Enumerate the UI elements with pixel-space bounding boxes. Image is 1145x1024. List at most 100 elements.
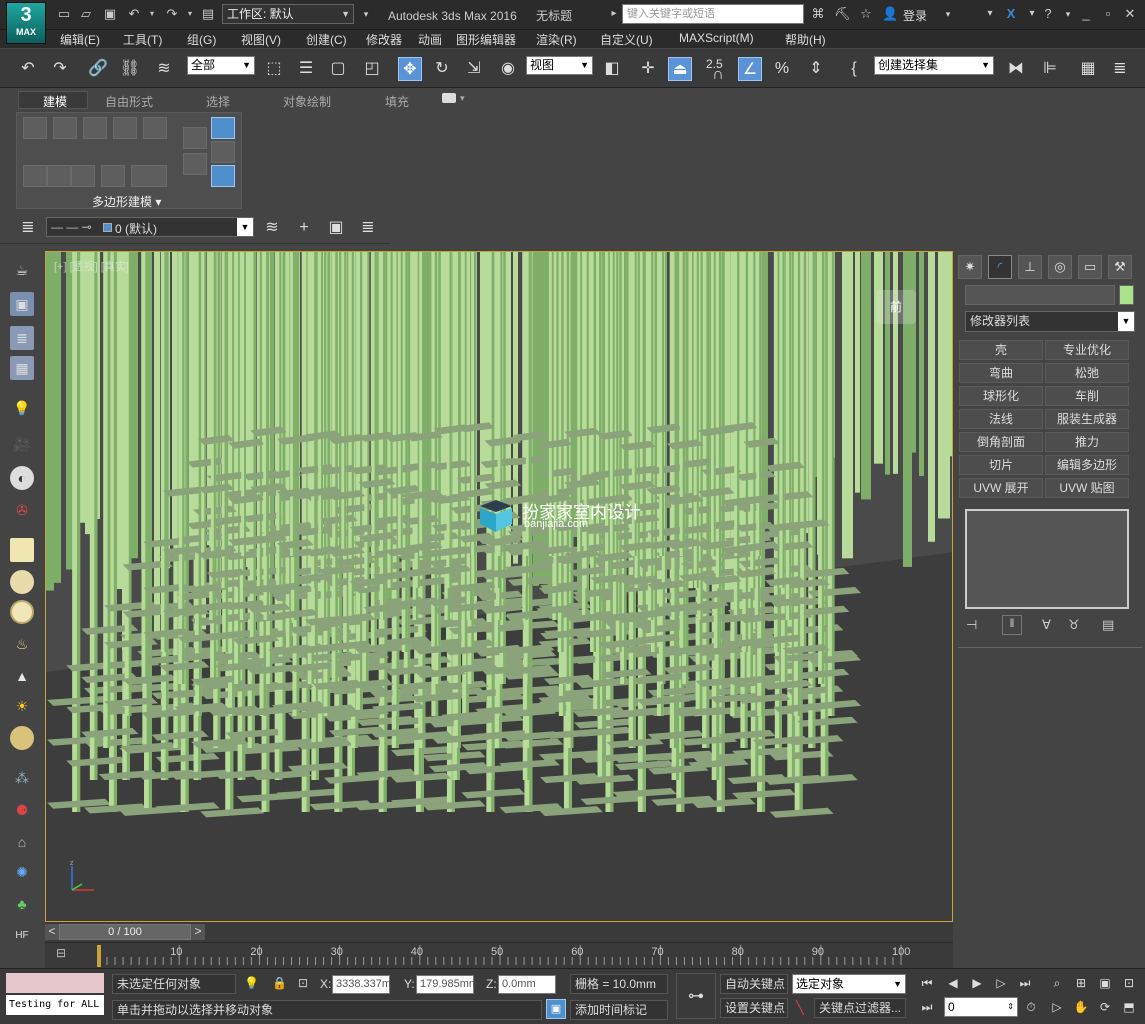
time-slider-thumb[interactable]: 0 / 100 [59,924,191,940]
document-icon[interactable]: ≣ [10,326,34,350]
ribbon-tab-object-paint[interactable]: 对象绘制 [283,93,331,110]
grass-icon[interactable]: ♣ [10,892,34,916]
bind-space-warp-icon[interactable]: ≋ [152,57,176,81]
reference-coordinate-dropdown[interactable]: 视图 ▼ [526,56,593,75]
user-icon[interactable]: 👤 [882,6,898,22]
keyboard-shortcut-override-icon[interactable]: ⏏ [668,57,692,81]
menu-tools[interactable]: 工具(T) [123,31,162,48]
manipulate-icon[interactable]: ✛ [636,57,660,81]
zoom-all-icon[interactable]: ⊞ [1072,974,1090,992]
maximize-viewport-icon[interactable]: ⬒ [1120,998,1138,1016]
zoom-icon[interactable]: ⌕ [1048,974,1066,992]
redo-button[interactable]: ↷ [48,57,72,81]
snaps-toggle-icon[interactable]: ∩ [706,63,730,87]
pan-view-icon[interactable]: ✋ [1072,998,1090,1016]
named-selection-dropdown[interactable]: 创建选择集 ▼ [874,56,994,75]
restore-icon[interactable]: ▫ [1100,6,1116,22]
time-slider-prev-button[interactable]: < [45,924,59,940]
subscription-icon[interactable]: ⛏ [834,6,851,22]
next-frame-icon[interactable]: ▷ [992,974,1010,992]
open-folder-icon[interactable]: ▱ [78,6,94,22]
go-to-end-icon[interactable]: ⏭ [1016,974,1034,992]
viewcube-icon[interactable]: 前 [876,290,916,324]
remove-modifier-icon[interactable]: ♉ [1068,617,1080,633]
render-frame-icon[interactable]: ▣ [10,292,34,316]
modifier-push-button[interactable]: 推力 [1045,432,1129,452]
auto-key-button[interactable]: 自动关键点 [720,974,788,994]
modifier-uvw-map-button[interactable]: UVW 贴图 [1045,478,1129,498]
modifier-shell-button[interactable]: 壳 [959,340,1043,360]
modifier-unwrap-uvw-button[interactable]: UVW 展开 [959,478,1043,498]
current-frame-input[interactable]: 0 ⇕ [944,997,1018,1017]
project-folder-icon[interactable]: ▤ [200,6,216,22]
go-to-start-icon[interactable]: ⏮ [918,974,936,992]
select-and-rotate-icon[interactable]: ↻ [430,57,454,81]
show-end-result-icon[interactable]: ‖ [1002,615,1022,635]
time-configuration-icon[interactable]: ⏱ [1022,998,1040,1016]
key-mode-dropdown[interactable]: 选定对象 ▼ [792,974,906,994]
isolate-selection-icon[interactable]: 💡 [244,976,259,990]
modifier-bend-button[interactable]: 弯曲 [959,363,1043,383]
help-icon[interactable]: ? [1040,6,1056,22]
selection-filter-dropdown[interactable]: 全部 ▼ [187,56,255,75]
select-and-place-icon[interactable]: ◉ [496,57,520,81]
modifier-bevel-profile-button[interactable]: 倒角剖面 [959,432,1043,452]
menu-create[interactable]: 创建(C) [306,31,347,48]
menu-graph-editors[interactable]: 图形编辑器 [456,31,516,48]
menu-modifiers[interactable]: 修改器 [366,31,402,48]
current-frame-marker[interactable] [97,945,101,967]
modifier-spherify-button[interactable]: 球形化 [959,386,1043,406]
undo-button[interactable]: ↶ [16,57,40,81]
close-icon[interactable]: ✕ [1122,6,1138,22]
app-logo-button[interactable]: 3 MAX [6,2,46,44]
set-key-icon[interactable]: ⊶ [676,973,716,1019]
undo-dropdown-icon[interactable]: ▾ [144,6,160,22]
modifier-edit-poly-button[interactable]: 编辑多边形 [1045,455,1129,475]
ribbon-modify-icon-2[interactable] [47,165,71,187]
rectangular-selection-icon[interactable]: ▢ [326,57,350,81]
binoculars-icon[interactable]: ⌘ [810,6,826,22]
login-dropdown-icon[interactable]: ▾ [940,6,956,22]
exchange-dropdown-icon[interactable]: ▾ [982,6,998,22]
ribbon-vertex-icon[interactable] [23,117,47,139]
new-file-icon[interactable]: ▭ [56,6,72,22]
ribbon-tab-selection[interactable]: 选择 [206,93,230,110]
select-object-icon[interactable]: ⬚ [262,57,286,81]
play-icon[interactable]: ▶ [968,974,986,992]
object-name-field[interactable] [965,285,1115,305]
exchange-dropdown-icon-2[interactable]: ▾ [1024,6,1040,22]
key-mode-toggle-icon[interactable]: ⏭ [918,998,936,1016]
particle-grid-icon[interactable]: ⁂ [10,766,34,790]
menu-customize[interactable]: 自定义(U) [600,31,653,48]
save-icon[interactable]: ▣ [102,6,118,22]
sun-icon[interactable]: ☀ [10,694,34,718]
window-crossing-icon[interactable]: ◰ [360,57,384,81]
minimize-icon[interactable]: _ [1078,6,1094,22]
teapot-icon[interactable]: ☕ [10,258,34,282]
selection-lock-icon[interactable]: 🔒 [272,976,287,990]
ribbon-tab-modeling[interactable]: 建模 [43,93,67,110]
redo-dropdown-icon[interactable]: ▾ [182,6,198,22]
dynamics-icon[interactable]: ⚈ [10,798,34,822]
autodesk-exchange-icon[interactable]: X [1003,6,1019,22]
menu-views[interactable]: 视图(V) [241,31,281,48]
modifier-stack-list[interactable] [965,509,1129,609]
teapot-object-icon[interactable]: ♨ [10,632,34,656]
maxscript-input[interactable]: Testing for ALL [6,995,104,1015]
ribbon-edge-icon[interactable] [53,117,77,139]
ribbon-modify-icon-5[interactable] [131,165,167,187]
table-icon[interactable]: ▦ [10,356,34,380]
favorites-star-icon[interactable]: ☆ [858,6,874,22]
ribbon-use-soft-selection-icon[interactable] [211,165,235,187]
geosphere-icon[interactable] [10,726,34,750]
modifier-list-dropdown[interactable]: 修改器列表 ▼ [965,311,1135,332]
menu-group[interactable]: 组(G) [187,31,216,48]
menu-animation[interactable]: 动画 [418,31,442,48]
search-input[interactable]: 键入关键字或短语 [622,4,804,24]
workspace-dropdown[interactable]: 工作区: 默认 ▼ [222,4,354,24]
key-filters-button[interactable]: 关键点过滤器... [814,998,906,1018]
pivot-center-icon[interactable]: ◧ [600,57,624,81]
modifier-relax-button[interactable]: 松弛 [1045,363,1129,383]
redo-icon[interactable]: ↷ [164,6,180,22]
select-and-move-icon[interactable]: ✥ [398,57,422,81]
